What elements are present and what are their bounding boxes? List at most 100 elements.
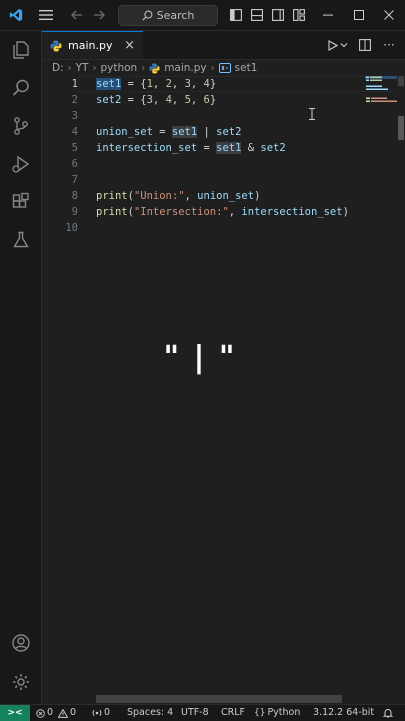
line-number: 1 (71, 78, 78, 90)
code-line-9: print("Intersection:", intersection_set) (96, 204, 349, 220)
breadcrumb-file[interactable]: main.py (164, 62, 206, 74)
scroll-thumb[interactable] (398, 76, 404, 86)
python-interpreter-selector[interactable]: 3.12.2 64-bit (313, 705, 374, 721)
language-mode-selector[interactable]: {} Python (254, 705, 300, 721)
code-editor[interactable]: 1 2 3 4 5 6 7 8 9 10 set1 = {1, 2, 3, 4}… (42, 76, 405, 694)
token: } (209, 78, 217, 90)
python-file-icon (149, 62, 160, 74)
play-icon (328, 39, 338, 51)
customize-layout-icon[interactable] (291, 0, 307, 30)
token: , (171, 94, 185, 106)
token: set2 (260, 142, 286, 154)
line-number: 4 (71, 126, 78, 138)
token: "Union:" (133, 190, 185, 202)
status-bar: >< 0 0 0 Spaces: 4 UTF-8 CRLF {} Python … (0, 704, 405, 721)
line-number: 8 (71, 190, 78, 202)
vscode-logo-icon[interactable] (6, 0, 26, 30)
token: = (152, 126, 172, 138)
line-number: 9 (71, 206, 78, 218)
notifications-bell-icon[interactable] (383, 705, 393, 721)
token: union_set (96, 126, 153, 138)
video-overlay-text: " | " (163, 340, 237, 375)
breadcrumb-folder-python[interactable]: python (100, 62, 137, 74)
title-bar: Search (0, 0, 405, 31)
toggle-primary-sidebar-icon[interactable] (228, 0, 244, 30)
explorer-icon[interactable] (0, 31, 41, 69)
minimize-icon[interactable] (320, 0, 336, 30)
indentation-selector[interactable]: Spaces: 4 (127, 705, 173, 721)
toggle-secondary-sidebar-icon[interactable] (270, 0, 286, 30)
token: print (96, 190, 128, 202)
chevron-down-icon (340, 43, 348, 48)
tab-main-py[interactable]: main.py × (42, 31, 143, 59)
text-cursor-icon (309, 108, 315, 120)
testing-flask-icon[interactable] (0, 221, 41, 259)
language-label: Python (267, 707, 301, 718)
code-line-8: print("Union:", union_set) (96, 188, 260, 204)
token-set1-selected: set1 (96, 78, 122, 90)
breadcrumb-symbol[interactable]: set1 (235, 62, 258, 74)
token: & (241, 142, 261, 154)
split-editor-icon[interactable] (356, 31, 374, 59)
source-control-icon[interactable] (0, 107, 41, 145)
token: print (96, 206, 128, 218)
editor-tab-bar: main.py × ··· (42, 31, 405, 60)
menu-icon[interactable] (36, 0, 56, 30)
toggle-panel-icon[interactable] (249, 0, 265, 30)
forward-arrow-icon[interactable] (90, 0, 108, 30)
line-number: 2 (71, 94, 78, 106)
encoding-selector[interactable]: UTF-8 (181, 705, 209, 721)
horizontal-scrollbar[interactable] (96, 695, 342, 703)
eol-selector[interactable]: CRLF (221, 705, 245, 721)
back-arrow-icon[interactable] (68, 0, 86, 30)
search-icon (142, 10, 153, 21)
breadcrumb-folder-yt[interactable]: YT (76, 62, 89, 74)
ports-indicator[interactable]: 0 (92, 705, 110, 721)
token: set2 (96, 94, 122, 106)
error-count: 0 (47, 707, 54, 718)
token: union_set (197, 190, 255, 202)
breadcrumb-drive[interactable]: D: (52, 62, 64, 74)
line-number: 10 (65, 222, 78, 234)
run-python-button[interactable] (325, 31, 351, 59)
token: = (197, 142, 217, 154)
breadcrumb: D: › YT › python › main.py › set1 (52, 60, 257, 76)
variable-symbol-icon (218, 63, 231, 73)
remote-indicator[interactable]: >< (0, 705, 30, 721)
settings-gear-icon[interactable] (0, 663, 41, 701)
token: = { (121, 94, 147, 106)
token: = { (121, 78, 147, 90)
problems-indicator[interactable]: 0 0 (36, 705, 76, 721)
chevron-right-icon: › (92, 62, 97, 74)
warning-icon (58, 708, 69, 718)
chevron-right-icon: › (141, 62, 146, 74)
maximize-icon[interactable] (351, 0, 367, 30)
vertical-scrollbar[interactable] (397, 76, 405, 694)
token: ) (342, 206, 349, 218)
token: , (152, 94, 166, 106)
line-number: 3 (71, 110, 78, 122)
warning-count: 0 (70, 707, 77, 718)
token: , (184, 190, 198, 202)
line-number: 6 (71, 158, 78, 170)
command-center-search[interactable]: Search (118, 5, 218, 26)
run-debug-icon[interactable] (0, 145, 41, 183)
token: "Intersection:" (133, 206, 229, 218)
python-file-icon (50, 40, 62, 51)
chevron-right-icon: › (67, 62, 72, 74)
broadcast-icon (92, 709, 102, 717)
braces-icon: {} (254, 708, 266, 718)
token-set1-occurrence: set1 (171, 126, 198, 138)
extensions-icon[interactable] (0, 183, 41, 221)
minimap[interactable] (365, 76, 401, 136)
more-actions-icon[interactable]: ··· (380, 31, 398, 59)
close-window-icon[interactable] (381, 0, 397, 30)
ports-count: 0 (104, 707, 111, 718)
overview-ruler-mark (398, 116, 404, 140)
close-tab-icon[interactable]: × (124, 38, 135, 53)
token: | (197, 126, 217, 138)
search-view-icon[interactable] (0, 69, 41, 107)
account-icon[interactable] (0, 624, 41, 662)
code-line-4: union_set = set1 | set2 (96, 124, 241, 140)
token: } (209, 94, 217, 106)
